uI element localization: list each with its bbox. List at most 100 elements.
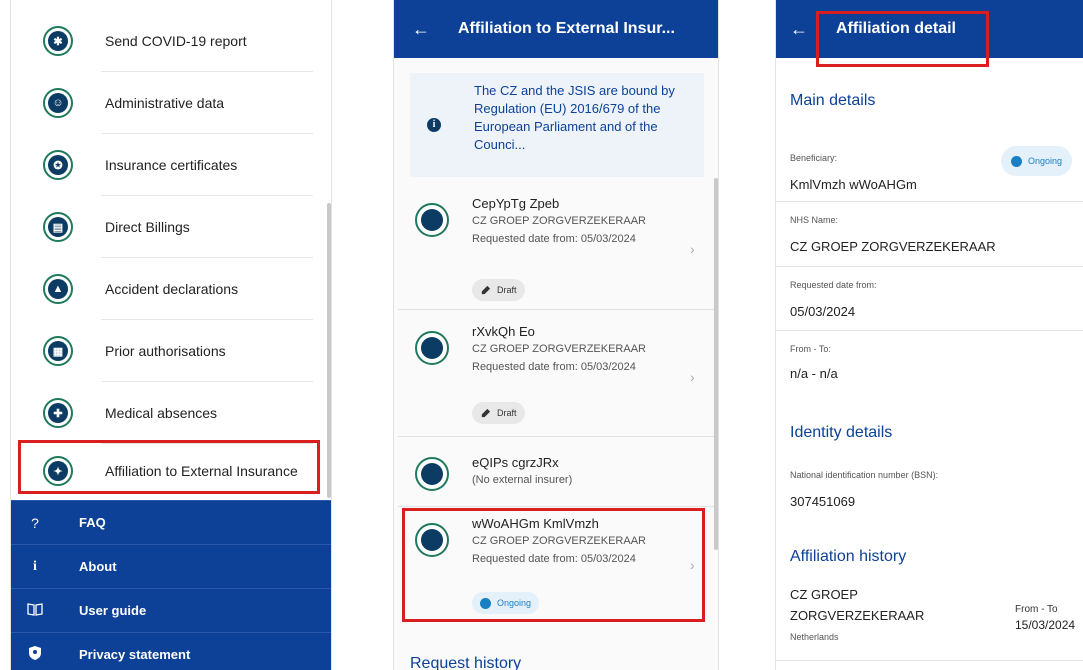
side-menu: ✱ Send COVID-19 report ☺ Administrative … bbox=[10, 0, 332, 670]
shield-icon bbox=[25, 645, 45, 664]
puzzle-icon bbox=[415, 457, 449, 491]
affiliation-card[interactable]: rXvkQh Eo CZ GROEP ZORGVERZEKERAAR Reque… bbox=[398, 318, 714, 434]
card-insurer: (No external insurer) bbox=[472, 474, 573, 486]
status-badge-ongoing: Ongoing bbox=[1001, 146, 1073, 176]
status-badge-draft: Draft bbox=[472, 402, 525, 424]
nav-privacy-statement[interactable]: Privacy statement bbox=[11, 632, 331, 670]
menu-item-label: Administrative data bbox=[105, 95, 225, 111]
beneficiary-value: KmlVmzh wWoAHGm bbox=[790, 177, 917, 192]
menu-item-insurance-certificates[interactable]: ✪ Insurance certificates bbox=[11, 134, 331, 196]
document-icon: ▦ bbox=[43, 336, 73, 366]
menu-item-label: Send COVID-19 report bbox=[105, 33, 247, 49]
menu-scrollbar[interactable] bbox=[327, 203, 331, 498]
page-title: Affiliation detail bbox=[836, 20, 956, 37]
nhs-name-label: NHS Name: bbox=[790, 215, 839, 225]
nav-user-guide[interactable]: User guide bbox=[11, 588, 331, 632]
menu-item-medical-absences[interactable]: ✚ Medical absences bbox=[11, 382, 331, 444]
ongoing-icon bbox=[1011, 155, 1022, 167]
question-icon: ? bbox=[31, 514, 39, 531]
notice-text: The CZ and the JSIS are bound by Regulat… bbox=[474, 83, 675, 152]
warning-icon: ▲ bbox=[43, 274, 73, 304]
card-date: Requested date from: 05/03/2024 bbox=[472, 233, 636, 245]
menu-item-prior-authorisations[interactable]: ▦ Prior authorisations bbox=[11, 320, 331, 382]
menu-item-label: Prior authorisations bbox=[105, 343, 226, 359]
puzzle-icon bbox=[415, 203, 449, 237]
certificate-icon: ✪ bbox=[43, 150, 73, 180]
back-arrow-icon[interactable]: ← bbox=[790, 19, 808, 40]
affiliation-history-heading: Affiliation history bbox=[790, 548, 907, 565]
beneficiary-label: Beneficiary: bbox=[790, 153, 838, 163]
card-date: Requested date from: 05/03/2024 bbox=[472, 361, 636, 373]
affiliation-card[interactable]: CepYpTg Zpeb CZ GROEP ZORGVERZEKERAAR Re… bbox=[398, 190, 714, 306]
app-header: ← Affiliation to External Insur... bbox=[394, 0, 718, 58]
card-insurer: CZ GROEP ZORGVERZEKERAAR bbox=[472, 535, 646, 547]
history-insurer-line2: ZORGVERZEKERAAR bbox=[790, 608, 925, 623]
puzzle-icon bbox=[415, 523, 449, 557]
card-name: eQIPs cgrzJRx bbox=[472, 455, 559, 470]
info-icon: i bbox=[33, 558, 37, 574]
nav-about[interactable]: i About bbox=[11, 544, 331, 588]
bsn-value: 307451069 bbox=[790, 494, 856, 509]
main-details-heading: Main details bbox=[790, 92, 876, 109]
card-name: CepYpTg Zpeb bbox=[472, 196, 560, 211]
from-to-label: From - To: bbox=[790, 344, 831, 354]
status-text: Ongoing bbox=[1028, 156, 1063, 166]
edit-icon bbox=[481, 408, 491, 417]
book-icon bbox=[25, 602, 45, 619]
menu-item-affiliation-external-insurance[interactable]: ✦ Affiliation to External Insurance bbox=[11, 440, 331, 502]
nhs-name-value: CZ GROEP ZORGVERZEKERAAR bbox=[790, 239, 996, 254]
list-scrollbar[interactable] bbox=[714, 178, 718, 550]
puzzle-icon bbox=[415, 331, 449, 365]
card-date: Requested date from: 05/03/2024 bbox=[472, 553, 636, 565]
affiliation-list-screen: ← Affiliation to External Insur... i The… bbox=[393, 0, 719, 670]
nav-faq-label: FAQ bbox=[79, 515, 106, 530]
edit-icon bbox=[481, 285, 491, 294]
card-insurer: CZ GROEP ZORGVERZEKERAAR bbox=[472, 215, 646, 227]
requested-date-label: Requested date from: bbox=[790, 280, 877, 290]
affiliation-card[interactable]: eQIPs cgrzJRx (No external insurer) bbox=[398, 447, 714, 503]
back-arrow-icon[interactable]: ← bbox=[412, 19, 430, 40]
status-text: Ongoing bbox=[497, 598, 532, 608]
ongoing-icon bbox=[480, 597, 491, 609]
request-history-heading: Request history bbox=[410, 655, 522, 670]
history-country: Netherlands bbox=[790, 632, 839, 642]
info-icon: i bbox=[427, 118, 441, 132]
menu-item-label: Direct Billings bbox=[105, 219, 190, 235]
chevron-right-icon: › bbox=[690, 241, 695, 257]
status-text: Draft bbox=[497, 285, 517, 295]
status-badge-ongoing: Ongoing bbox=[472, 592, 540, 614]
history-insurer-line1: CZ GROEP bbox=[790, 587, 858, 602]
menu-item-covid-report[interactable]: ✱ Send COVID-19 report bbox=[11, 10, 331, 72]
medical-icon: ✚ bbox=[43, 398, 73, 428]
app-header: ← Affiliation detail bbox=[776, 0, 1083, 58]
menu-item-label: Medical absences bbox=[105, 405, 218, 421]
virus-icon: ✱ bbox=[43, 26, 73, 56]
chevron-right-icon: › bbox=[690, 369, 695, 385]
requested-date-value: 05/03/2024 bbox=[790, 304, 856, 319]
menu-item-accident-declarations[interactable]: ▲ Accident declarations bbox=[11, 258, 331, 320]
puzzle-icon: ✦ bbox=[43, 456, 73, 486]
identity-details-heading: Identity details bbox=[790, 424, 893, 441]
menu-item-direct-billings[interactable]: ▤ Direct Billings bbox=[11, 196, 331, 258]
billing-icon: ▤ bbox=[43, 212, 73, 242]
nav-privacy-label: Privacy statement bbox=[79, 647, 191, 662]
card-insurer: CZ GROEP ZORGVERZEKERAAR bbox=[472, 343, 646, 355]
card-name: wWoAHGm KmlVmzh bbox=[472, 516, 599, 531]
menu-item-label: Accident declarations bbox=[105, 281, 239, 297]
nav-about-label: About bbox=[79, 559, 117, 574]
status-text: Draft bbox=[497, 408, 517, 418]
history-from-to-value: 15/03/2024 bbox=[1015, 618, 1076, 632]
menu-item-label: Insurance certificates bbox=[105, 157, 238, 173]
card-name: rXvkQh Eo bbox=[472, 324, 535, 339]
history-from-to-label: From - To bbox=[1015, 604, 1058, 615]
menu-item-label: Affiliation to External Insurance bbox=[105, 463, 298, 479]
chevron-right-icon: › bbox=[690, 557, 695, 573]
page-title: Affiliation to External Insur... bbox=[458, 20, 675, 37]
nav-faq[interactable]: ? FAQ bbox=[11, 500, 331, 544]
bsn-label: National identification number (BSN): bbox=[790, 470, 939, 480]
affiliation-card[interactable]: wWoAHGm KmlVmzh CZ GROEP ZORGVERZEKERAAR… bbox=[398, 510, 714, 620]
gdpr-notice[interactable]: i The CZ and the JSIS are bound by Regul… bbox=[410, 73, 704, 177]
profile-icon: ☺ bbox=[43, 88, 73, 118]
menu-item-administrative-data[interactable]: ☺ Administrative data bbox=[11, 72, 331, 134]
nav-user-guide-label: User guide bbox=[79, 603, 147, 618]
